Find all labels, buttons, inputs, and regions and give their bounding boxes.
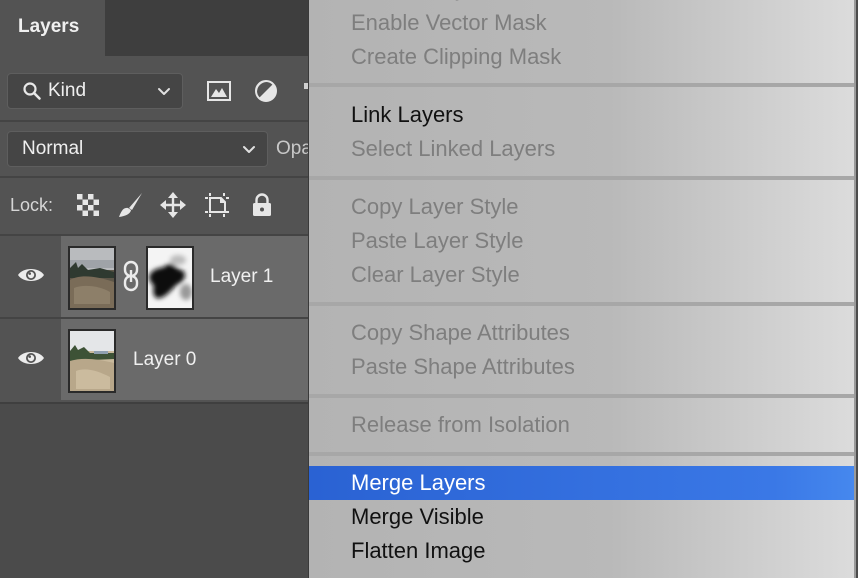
lock-transparent-pixels-icon[interactable] [74,191,102,219]
menu-separator [309,83,855,87]
visibility-toggle[interactable] [0,236,60,317]
menu-separator [309,452,855,456]
blend-row: Normal Opa [0,120,312,176]
eye-icon [18,269,44,281]
menu-item-select-linked-layers: Select Linked Layers [351,136,556,161]
photo-thumbnail-image [70,248,114,308]
menu-item-flatten-image[interactable]: Flatten Image [309,534,855,568]
menu-item-copy-layer-style: Copy Layer Style [351,194,519,219]
lock-icon[interactable] [248,191,276,219]
menu-item-copy-shape-attributes: Copy Shape Attributes [351,320,570,345]
layer-row-layer-0[interactable]: Layer 0 [0,317,308,400]
photo-thumbnail-image [70,331,114,391]
layer-body[interactable]: Layer 1 [61,236,308,317]
menu-item-merge-visible[interactable]: Merge Visible [309,500,855,534]
layer-context-menu: Disable Layer Mask Enable Vector Mask Cr… [308,0,856,578]
filter-row: Kind [0,56,308,118]
move-icon[interactable] [159,191,187,219]
chevron-down-icon [158,88,170,95]
menu-separator [309,302,855,306]
eye-icon [18,352,44,364]
adjustment-filter-icon[interactable] [253,78,279,104]
visibility-toggle[interactable] [0,319,60,400]
layers-panel: Layers Kind Normal Opa Lock: Layer 1 Lay… [0,0,312,578]
layers-empty-area [0,402,308,578]
layers-list: Layer 1 Layer 0 [0,234,308,400]
panel-tab-bar: Layers [0,0,308,56]
menu-item-enable-vector-mask: Enable Vector Mask [351,10,547,35]
brush-icon[interactable] [117,191,145,219]
opacity-label: Opa [276,138,312,159]
menu-item-paste-shape-attributes: Paste Shape Attributes [351,354,575,379]
layer-mask-thumbnail[interactable] [146,246,194,310]
filter-kind-dropdown[interactable]: Kind [7,73,183,109]
tab-layers[interactable]: Layers [0,0,105,56]
filter-kind-label: Kind [48,80,87,101]
menu-item-link-layers[interactable]: Link Layers [309,98,855,132]
image-filter-icon[interactable] [206,78,232,104]
search-icon [23,82,41,100]
menu-item-release-from-isolation: Release from Isolation [351,412,570,437]
layer-name[interactable]: Layer 1 [210,266,273,288]
menu-separator [309,176,855,180]
menu-border [854,0,856,578]
layer-body[interactable]: Layer 0 [61,319,308,400]
menu-item-paste-layer-style: Paste Layer Style [351,228,524,253]
layer-thumbnail [68,329,116,393]
blend-mode-value: Normal [22,138,84,159]
artboard-icon[interactable] [203,191,231,219]
chevron-down-icon [243,146,255,153]
link-chain-icon[interactable] [122,260,140,292]
layer-thumbnail [68,246,116,310]
menu-item-merge-layers[interactable]: Merge Layers [309,466,855,500]
menu-item-create-clipping-mask: Create Clipping Mask [351,44,562,69]
lock-row: Lock: [0,176,308,234]
menu-item-clear-layer-style: Clear Layer Style [351,262,520,287]
layer-row-layer-1[interactable]: Layer 1 [0,234,308,317]
blend-mode-dropdown[interactable]: Normal [7,131,268,167]
layer-name[interactable]: Layer 0 [133,349,196,371]
lock-label: Lock: [10,195,54,215]
menu-separator [309,394,855,398]
mask-thumbnail-image [148,248,192,308]
